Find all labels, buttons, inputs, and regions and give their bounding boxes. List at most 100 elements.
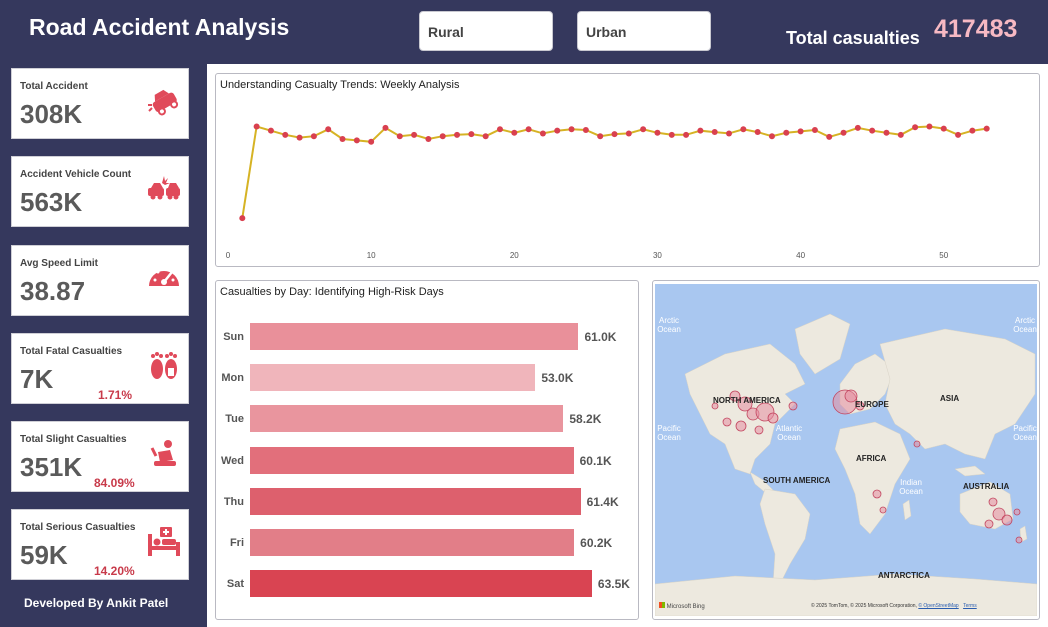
trend-point [640,126,647,133]
trend-point [754,129,761,136]
map-continent-label: EUROPE [855,400,889,409]
trend-point [597,133,604,140]
hospital-bed-icon [148,527,180,556]
trend-point [811,126,818,133]
trend-point [883,129,890,136]
trend-point [411,131,418,138]
map-bubble [1015,536,1023,544]
kpi-slight-casualties[interactable]: Total Slight Casualties 351K 84.09% [11,421,189,492]
map-bubble [788,401,798,411]
day-bar[interactable] [250,487,581,515]
kpi-fatal-casualties[interactable]: Total Fatal Casualties 7K 1.71% [11,333,189,404]
trend-point [897,131,904,138]
map-attribution-text: © 2025 TomTom, © 2025 Microsoft Corporat… [811,603,917,609]
trend-point [439,133,446,140]
weekly-trend-chart[interactable]: Understanding Casualty Trends: Weekly An… [215,73,1040,267]
map-ocean-label: Arctic Ocean [1013,316,1037,334]
accident-location-map[interactable]: Arctic Ocean Arctic Ocean Pacific Ocean Atl… [652,280,1040,620]
day-bar[interactable] [250,570,592,598]
slicer-rural[interactable]: Rural [419,11,553,51]
map-bubble [735,420,747,432]
trend-point [253,123,260,130]
bar-value-label: 60.2K [580,536,613,550]
x-tick-label: 40 [796,251,805,260]
bar-category-label: Sat [226,578,244,591]
kpi-value: 59K [20,540,68,570]
trend-point [955,131,962,138]
trend-point [582,126,589,133]
trend-point [668,131,675,138]
trend-point [382,124,389,131]
x-tick-label: 10 [367,251,376,260]
bar-category-label: Mon [221,372,244,385]
day-bar[interactable] [250,405,564,433]
trend-point [969,127,976,134]
x-tick-label: 20 [510,251,519,260]
day-bar[interactable] [250,446,574,474]
trend-point [625,130,632,137]
x-tick-label: 0 [226,251,231,260]
car-crash-icon [148,89,179,116]
trend-point [783,129,790,136]
trend-point [869,127,876,134]
kpi-label: Total Fatal Casualties [20,346,123,357]
trend-point [697,127,704,134]
map-bubble [767,412,779,424]
day-casualty-chart[interactable]: Casualties by Day: Identifying High-Risk… [215,280,639,620]
day-bar[interactable] [250,323,579,350]
bar-value-label: 60.1K [579,453,612,468]
osm-link[interactable]: © OpenStreetMap [918,603,958,609]
map-ocean-label: Pacific Ocean [1013,424,1037,442]
bar-value-label: 58.2K [569,412,602,427]
trend-point [239,215,246,222]
trend-point [539,130,546,137]
kpi-percentage: 1.71% [98,388,133,402]
trend-point [568,126,575,133]
trend-point [711,129,718,136]
kpi-label: Total Slight Casualties [20,434,127,445]
map-bubble [913,440,921,448]
weekly-trend-plot: 0 10 20 30 40 50 [226,123,990,260]
kpi-value: 563K [20,187,83,217]
trend-point [282,131,289,138]
trend-point [482,133,489,140]
map-ocean-label: Atlantic Ocean [775,424,803,442]
bar-category-label: Tue [225,413,244,426]
trend-point [296,134,303,141]
day-bar[interactable] [250,529,575,556]
map-bubble [879,506,887,514]
trend-point [496,126,503,133]
day-bar[interactable] [250,364,536,392]
trend-point [854,124,861,131]
trend-point [611,131,618,138]
map-bubble [1013,508,1021,516]
bar-value-label: 63.5K [597,577,630,592]
kpi-serious-casualties[interactable]: Total Serious Casualties 59K 14.20% [11,509,189,580]
world-landmass [654,313,1038,617]
map-continent-label: ASIA [940,394,960,403]
bar-category-label: Wed [220,454,244,467]
map-attribution: © 2025 TomTom, © 2025 Microsoft Corporat… [811,603,977,609]
trend-point [525,126,532,133]
map-brand-text: Microsoft Bing [666,604,705,610]
bar-value-label: 61.0K [584,330,617,344]
trend-point [912,124,919,131]
vehicle-collision-icon [148,176,180,200]
trend-point [926,123,933,130]
bar-value-label: 61.4K [586,494,619,509]
total-casualties-label: Total casualties [786,28,920,48]
kpi-vehicle-count[interactable]: Accident Vehicle Count 563K [11,156,189,227]
trend-point [353,137,360,144]
kpi-percentage: 84.09% [94,476,135,490]
trend-point [267,127,274,134]
trend-point [339,136,346,142]
total-casualties-value: 417483 [934,15,1018,43]
kpi-value: 38.87 [20,276,86,306]
map-ocean-label: Arctic Ocean [657,316,681,334]
trend-point [454,131,461,138]
kpi-avg-speed[interactable]: Avg Speed Limit 38.87 [11,245,189,316]
terms-link[interactable]: Terms [963,603,977,609]
slicer-urban[interactable]: Urban [577,11,711,51]
trend-point [768,133,775,140]
kpi-total-accident[interactable]: Total Accident 308K [11,68,189,139]
